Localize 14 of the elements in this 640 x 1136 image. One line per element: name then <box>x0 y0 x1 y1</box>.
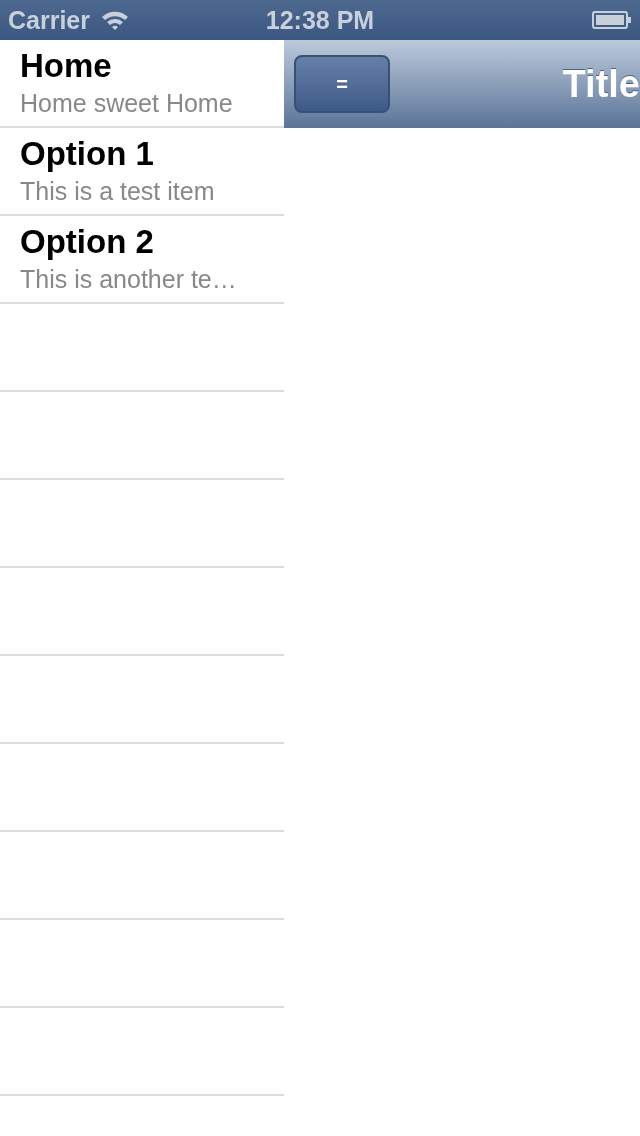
wifi-icon <box>100 9 130 31</box>
nav-title: Title <box>562 62 640 106</box>
menu-item-subtitle: This is a test item <box>20 176 216 207</box>
menu-item[interactable]: Option 2 This is another te… <box>0 216 284 304</box>
menu-item-title: Home <box>20 46 113 86</box>
menu-item-title: Option 2 <box>20 222 155 262</box>
menu-item-subtitle: This is another te… <box>20 264 238 295</box>
menu-item[interactable]: Option 1 This is a test item <box>0 128 284 216</box>
status-time: 12:38 PM <box>265 5 375 35</box>
carrier-name: Carrier <box>8 5 90 35</box>
menu-item-title: Option 1 <box>20 134 155 174</box>
menu-item-subtitle: Home sweet Home <box>20 88 234 119</box>
battery-icon <box>592 11 632 29</box>
menu-button[interactable]: = <box>294 55 390 113</box>
